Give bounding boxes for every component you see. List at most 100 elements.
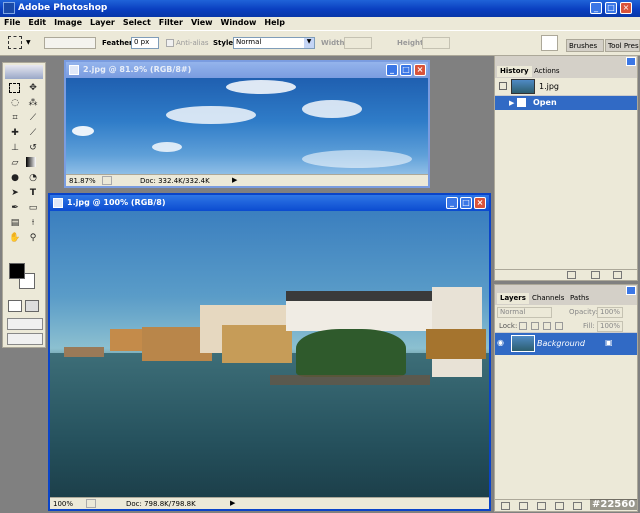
tab-tool-presets[interactable]: Tool Prese: [605, 39, 640, 52]
doc-window-1-title: 1.jpg @ 100% (RGB/8): [67, 198, 166, 207]
status-icon[interactable]: [102, 176, 112, 185]
layer-style-icon[interactable]: [519, 502, 528, 510]
building: [286, 299, 436, 331]
maximize-button[interactable]: □: [605, 2, 617, 14]
marquee-icon[interactable]: [9, 83, 20, 93]
close-palette-icon[interactable]: [626, 57, 636, 66]
jump-to-imageready-button[interactable]: [7, 333, 43, 345]
layer-set-icon[interactable]: [555, 502, 564, 510]
tab-paths[interactable]: Paths: [567, 293, 592, 304]
opacity-input[interactable]: 100%: [597, 307, 623, 318]
cloud: [302, 150, 412, 168]
tab-history[interactable]: History: [497, 66, 532, 77]
layer-mask-icon[interactable]: [537, 502, 546, 510]
zoom-level[interactable]: 81.87%: [69, 177, 96, 185]
new-snapshot-icon[interactable]: [591, 271, 600, 279]
menu-select[interactable]: Select: [119, 17, 155, 27]
history-step-row[interactable]: ▶ Open: [495, 96, 637, 110]
zoom-level[interactable]: 100%: [53, 500, 73, 508]
lasso-icon[interactable]: ◌: [8, 97, 22, 110]
minimize-button[interactable]: _: [590, 2, 602, 14]
minimize-button[interactable]: _: [446, 197, 458, 209]
dodge-icon[interactable]: ◔: [26, 172, 40, 185]
doc-size: Doc: 798.8K/798.8K: [126, 500, 196, 508]
lock-position-icon[interactable]: [543, 322, 551, 330]
feather-input[interactable]: 0 px: [131, 37, 159, 49]
tab-brushes[interactable]: Brushes: [566, 39, 604, 52]
minimize-button[interactable]: _: [386, 64, 398, 76]
blend-mode-value: Normal: [500, 308, 526, 316]
lock-pixels-icon[interactable]: [531, 322, 539, 330]
clone-stamp-icon[interactable]: ⊥: [8, 142, 22, 155]
maximize-button[interactable]: □: [460, 197, 472, 209]
history-brush-source-icon[interactable]: [499, 82, 507, 90]
menu-file[interactable]: File: [0, 17, 24, 27]
selection-mode-buttons[interactable]: [44, 37, 96, 49]
lock-transparent-icon[interactable]: [519, 322, 527, 330]
height-input[interactable]: [422, 37, 450, 49]
gradient-icon[interactable]: [26, 157, 36, 167]
open-document-icon: [517, 98, 526, 107]
doc-window-1-titlebar[interactable]: 1.jpg @ 100% (RGB/8) _ □ ×: [50, 195, 489, 211]
pen-icon[interactable]: ✒: [8, 202, 22, 215]
tab-actions[interactable]: Actions: [531, 66, 563, 77]
document-icon: [69, 65, 79, 75]
menu-help[interactable]: Help: [260, 17, 289, 27]
cloud: [72, 126, 94, 136]
layers-palette: Layers Channels Paths Normal Opacity: 10…: [494, 284, 638, 512]
style-select[interactable]: Normal ▼: [233, 37, 315, 49]
trash-icon[interactable]: [613, 271, 622, 279]
marquee-tool-icon[interactable]: [8, 36, 22, 49]
crop-icon[interactable]: ⌗: [8, 112, 22, 125]
maximize-button[interactable]: □: [400, 64, 412, 76]
type-icon[interactable]: T: [26, 187, 40, 200]
zoom-icon[interactable]: ⚲: [26, 232, 40, 245]
menu-image[interactable]: Image: [50, 17, 86, 27]
menu-view[interactable]: View: [187, 17, 217, 27]
antialias-checkbox[interactable]: [166, 39, 174, 47]
healing-brush-icon[interactable]: ✚: [8, 127, 22, 140]
blur-icon[interactable]: ●: [8, 172, 22, 185]
lock-all-icon[interactable]: [555, 322, 563, 330]
adjustment-layer-icon[interactable]: [573, 502, 582, 510]
width-input[interactable]: [344, 37, 372, 49]
blend-mode-select[interactable]: Normal: [497, 307, 552, 318]
foreground-color-swatch[interactable]: [9, 263, 25, 279]
menu-filter[interactable]: Filter: [155, 17, 187, 27]
status-menu-arrow-icon[interactable]: ▶: [230, 499, 235, 507]
status-menu-arrow-icon[interactable]: ▶: [232, 176, 237, 184]
doc-window-2-titlebar[interactable]: 2.jpg @ 81.9% (RGB/8#) _ □ ×: [66, 62, 428, 78]
standard-mode-icon[interactable]: [8, 300, 22, 312]
magic-wand-icon[interactable]: ⁂: [26, 97, 40, 110]
close-button[interactable]: ×: [620, 2, 632, 14]
layer-row-background[interactable]: ◉ Background ▣: [495, 333, 637, 355]
palette-well-icon[interactable]: [541, 35, 558, 51]
close-button[interactable]: ×: [414, 64, 426, 76]
move-icon[interactable]: ✥: [26, 82, 40, 95]
quick-mask-icon[interactable]: [25, 300, 39, 312]
new-document-icon[interactable]: [567, 271, 576, 279]
link-icon[interactable]: [501, 502, 510, 510]
menu-window[interactable]: Window: [217, 17, 261, 27]
eye-icon[interactable]: ◉: [497, 338, 507, 348]
tab-layers[interactable]: Layers: [497, 293, 529, 304]
menu-layer[interactable]: Layer: [86, 17, 119, 27]
close-button[interactable]: ×: [474, 197, 486, 209]
tool-preset-chevron-icon[interactable]: ▼: [26, 39, 31, 46]
tab-channels[interactable]: Channels: [529, 293, 567, 304]
close-palette-icon[interactable]: [626, 286, 636, 295]
hand-icon[interactable]: ✋: [8, 232, 22, 245]
slice-icon[interactable]: ⟋: [26, 112, 40, 125]
history-brush-icon[interactable]: ↺: [26, 142, 40, 155]
path-selection-icon[interactable]: ➤: [8, 187, 22, 200]
status-icon[interactable]: [86, 499, 96, 508]
eraser-icon[interactable]: ▱: [8, 157, 22, 170]
history-snapshot-row[interactable]: 1.jpg: [495, 78, 637, 96]
rectangle-shape-icon[interactable]: ▭: [26, 202, 40, 215]
eyedropper-icon[interactable]: ⟊: [26, 217, 40, 230]
fill-input[interactable]: 100%: [597, 321, 623, 332]
screen-mode-buttons[interactable]: [7, 318, 43, 330]
brush-icon[interactable]: ⟋: [26, 127, 40, 140]
notes-icon[interactable]: ▤: [8, 217, 22, 230]
menu-edit[interactable]: Edit: [24, 17, 50, 27]
